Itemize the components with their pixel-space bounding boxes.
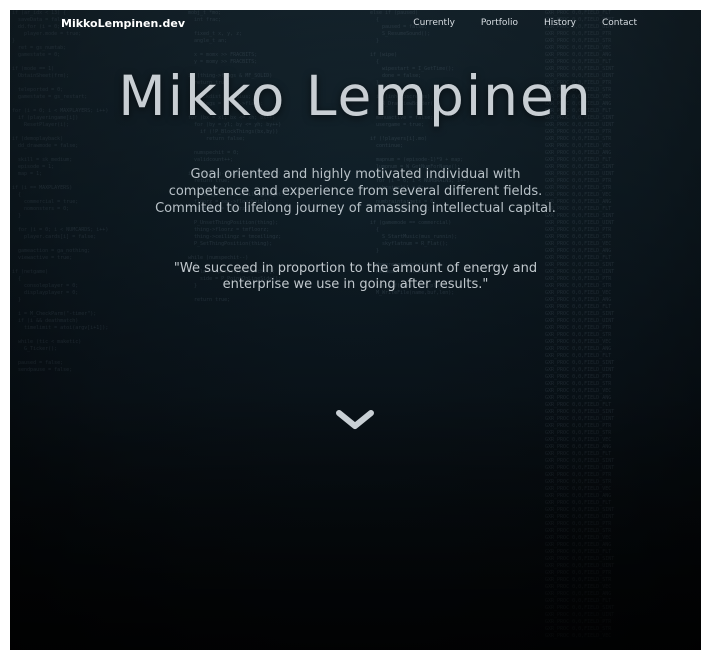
nav-link-currently[interactable]: Currently bbox=[413, 18, 455, 28]
quote-line: enterprise we use in going after results… bbox=[222, 277, 489, 292]
navbar: MikkoLempinen.dev Currently Portfolio Hi… bbox=[10, 10, 701, 40]
intro-line: Goal oriented and highly motivated indiv… bbox=[190, 167, 521, 182]
intro-line: Commited to lifelong journey of amassing… bbox=[155, 201, 556, 216]
brand-link[interactable]: MikkoLempinen.dev bbox=[61, 17, 185, 30]
hero-title: Mikko Lempinen bbox=[118, 64, 593, 128]
nav-link-history[interactable]: History bbox=[544, 18, 576, 28]
nav-link-portfolio[interactable]: Portfolio bbox=[481, 18, 518, 28]
quote-line: "We succeed in proportion to the amount … bbox=[173, 261, 538, 276]
nav-link-contact[interactable]: Contact bbox=[602, 18, 637, 28]
intro-line: competence and experience from several d… bbox=[168, 184, 543, 199]
hero-section: if (ar_idx < 13) { saveData = false; dd.… bbox=[10, 10, 701, 650]
quote-text: "We succeed in proportion to the amount … bbox=[10, 261, 701, 293]
chevron-down-icon[interactable] bbox=[335, 408, 375, 432]
intro-text: Goal oriented and highly motivated indiv… bbox=[10, 166, 701, 217]
nav-links: Currently Portfolio History Contact bbox=[413, 18, 637, 28]
